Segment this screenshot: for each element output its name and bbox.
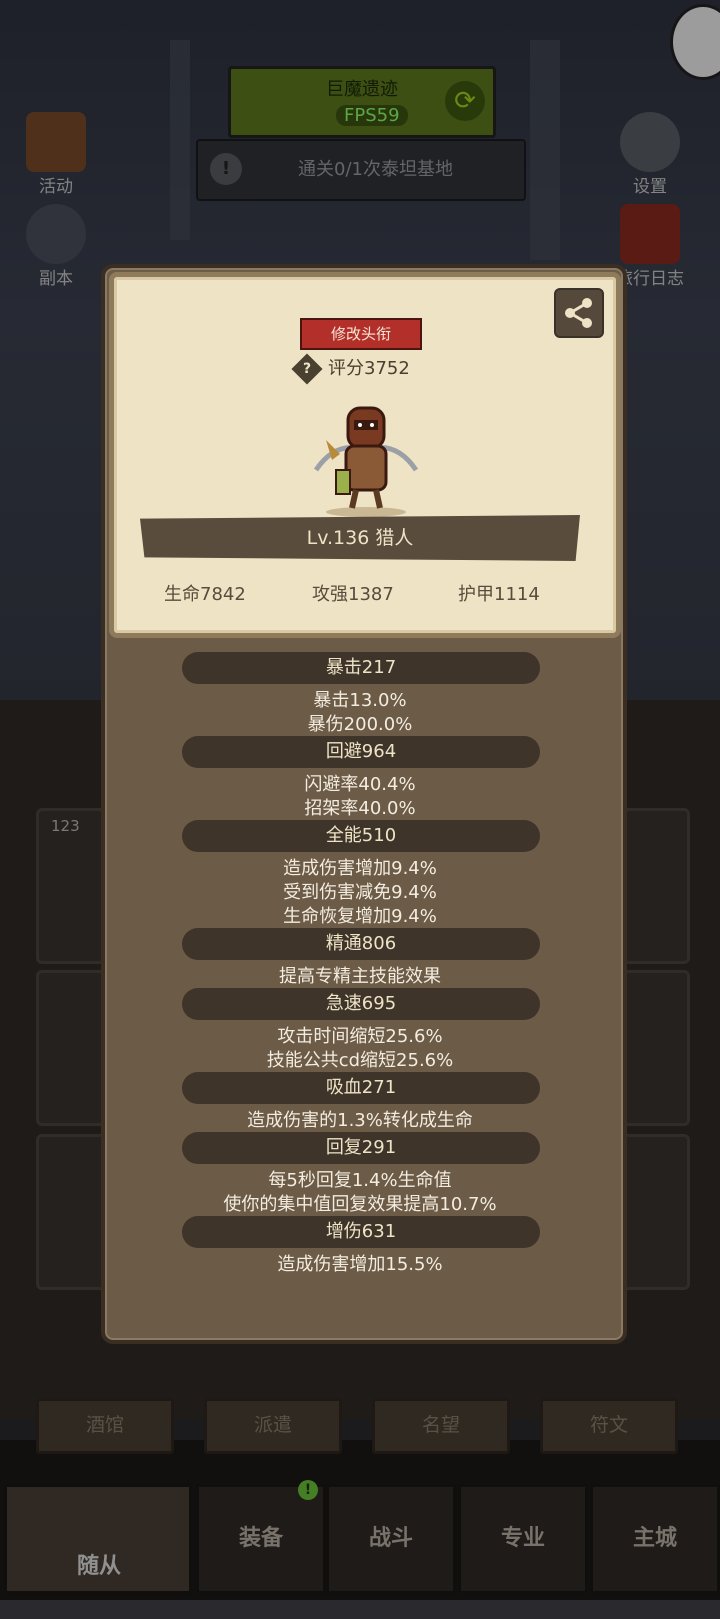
stat-line: 使你的集中值回复效果提高10.7% (223, 1194, 497, 1215)
stat-line: 暴击13.0% (313, 690, 407, 711)
stat-line: 提高专精主技能效果 (279, 966, 441, 987)
stat-section-header: 暴击217 (182, 652, 540, 684)
stat-section-header: 全能510 (182, 820, 540, 852)
stat-line: 造成伤害的1.3%转化成生命 (247, 1110, 473, 1131)
stat-section-header: 吸血271 (182, 1072, 540, 1104)
stat-armor: 护甲1114 (458, 584, 540, 605)
stat-line: 受到伤害减免9.4% (283, 882, 437, 903)
stat-line: 攻击时间缩短25.6% (277, 1026, 443, 1047)
stat-line: 生命恢复增加9.4% (283, 906, 437, 927)
edit-title-button[interactable]: 修改头衔 (300, 318, 422, 350)
stat-section-header: 精通806 (182, 928, 540, 960)
stat-line: 招架率40.0% (304, 798, 416, 819)
stat-line: 闪避率40.4% (304, 774, 416, 795)
stat-line: 每5秒回复1.4%生命值 (268, 1170, 452, 1191)
rating: ? 评分3752 (291, 353, 410, 385)
stat-line: 暴伤200.0% (307, 714, 413, 735)
help-icon[interactable]: ? (291, 353, 323, 385)
stat-line: 造成伤害增加9.4% (283, 858, 437, 879)
stat-section-header: 急速695 (182, 988, 540, 1020)
stat-section-header: 回避964 (182, 736, 540, 768)
stat-line: 技能公共cd缩短25.6% (266, 1050, 454, 1071)
share-icon (565, 298, 592, 328)
level-class-banner: Lv.136 猎人 (140, 515, 580, 561)
stat-line: 造成伤害增加15.5% (277, 1254, 443, 1275)
stat-section-header: 增伤631 (182, 1216, 540, 1248)
hero-portrait (313, 406, 419, 517)
rating-text: 评分3752 (328, 358, 410, 379)
stat-section-header: 回复291 (182, 1132, 540, 1164)
share-button[interactable] (554, 288, 604, 338)
stat-attack-power: 攻强1387 (312, 584, 394, 605)
stat-health: 生命7842 (164, 584, 246, 605)
